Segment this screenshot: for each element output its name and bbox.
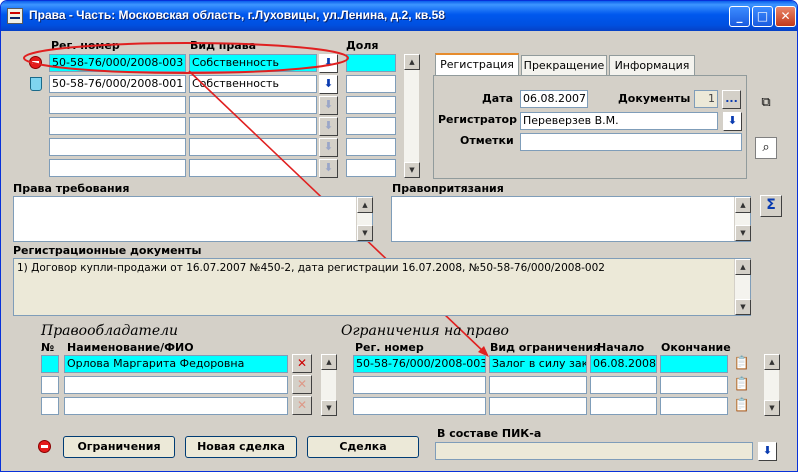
search-icon[interactable]: ⌕ <box>755 137 777 159</box>
documents-count: 1 <box>694 90 718 108</box>
highlight-ellipse <box>23 42 349 74</box>
holder-number-cell[interactable] <box>41 397 59 415</box>
scroll-up-icon[interactable]: ▲ <box>764 354 780 370</box>
tab-termination[interactable]: Прекращение <box>521 55 607 75</box>
restriction-type-header: Вид ограничения <box>490 341 601 354</box>
copy-icon[interactable]: ⧉ <box>755 93 777 115</box>
tab-registration[interactable]: Регистрация <box>435 53 519 76</box>
restriction-start-cell[interactable]: 06.08.2008 <box>590 355 657 373</box>
documents-label: Документы <box>618 92 691 105</box>
pik-field[interactable] <box>435 442 753 460</box>
restrictions-scrollbar[interactable]: ▲ ▼ <box>763 354 780 416</box>
restriction-start-cell[interactable] <box>590 397 657 415</box>
legal-claims-field[interactable]: ▲ ▼ <box>391 196 751 242</box>
holder-name-cell[interactable]: Орлова Маргарита Федоровна <box>64 355 288 373</box>
restriction-type-cell[interactable] <box>489 397 587 415</box>
scroll-down-icon[interactable]: ▼ <box>735 225 751 241</box>
date-field[interactable]: 06.08.2007 <box>520 90 588 108</box>
scroll-down-icon[interactable]: ▼ <box>321 400 337 416</box>
holders-scrollbar[interactable]: ▲ ▼ <box>320 354 337 416</box>
restrictions-button[interactable]: Ограничения <box>63 436 175 458</box>
restriction-reg-number-header: Рег. номер <box>355 341 424 354</box>
tab-information[interactable]: Информация <box>609 55 695 75</box>
restriction-type-cell[interactable] <box>489 376 587 394</box>
registration-panel: Дата 06.08.2007 Документы 1 ... Регистра… <box>433 75 747 179</box>
scroll-down-icon[interactable]: ▼ <box>357 225 373 241</box>
document-icon[interactable]: 📋 <box>732 354 752 373</box>
pik-dropdown-button[interactable]: ⬇ <box>758 442 777 461</box>
registrar-dropdown-button[interactable]: ⬇ <box>723 112 742 131</box>
restriction-end-cell[interactable] <box>660 355 728 373</box>
restriction-end-header: Окончание <box>661 341 731 354</box>
delete-holder-icon[interactable]: ✕ <box>292 375 312 394</box>
restriction-end-cell[interactable] <box>660 376 728 394</box>
holder-name-cell[interactable] <box>64 397 288 415</box>
reg-documents-label: Регистрационные документы <box>13 244 202 257</box>
scroll-up-icon[interactable]: ▲ <box>735 259 751 275</box>
legal-claims-label: Правопритязания <box>392 182 504 195</box>
holder-number-cell[interactable] <box>41 376 59 394</box>
restriction-end-cell[interactable] <box>660 397 728 415</box>
holder-name-cell[interactable] <box>64 376 288 394</box>
scroll-down-icon[interactable]: ▼ <box>735 299 751 315</box>
registrar-field[interactable]: Переверзев В.М. <box>520 112 718 130</box>
restriction-reg-number-cell[interactable]: 50-58-76/000/2008-003 <box>353 355 486 373</box>
delete-holder-icon[interactable]: ✕ <box>292 354 312 373</box>
document-icon[interactable]: 📋 <box>732 396 752 415</box>
reg-documents-scrollbar[interactable]: ▲ ▼ <box>734 259 751 315</box>
restriction-start-header: Начало <box>597 341 645 354</box>
rights-window: Права - Часть: Московская область, г.Лух… <box>0 0 798 472</box>
rights-claims-field[interactable]: ▲ ▼ <box>13 196 373 242</box>
restrictions-header: Ограничения на право <box>341 323 509 339</box>
sum-button[interactable]: Σ <box>760 195 782 217</box>
document-icon[interactable]: 📋 <box>732 375 752 394</box>
restriction-type-cell[interactable]: Залог в силу зако <box>489 355 587 373</box>
rights-claims-scrollbar[interactable]: ▲ ▼ <box>356 197 373 241</box>
holder-number-header: № <box>41 341 55 354</box>
pik-label: В составе ПИК-а <box>437 427 542 440</box>
no-entry-icon[interactable] <box>38 440 51 453</box>
notes-label: Отметки <box>460 134 514 147</box>
holders-header: Правообладатели <box>41 323 179 339</box>
scroll-up-icon[interactable]: ▲ <box>735 197 751 213</box>
holder-name-header: Наименование/ФИО <box>67 341 194 354</box>
deal-button[interactable]: Сделка <box>307 436 419 458</box>
registrar-label: Регистратор <box>438 113 517 126</box>
scroll-up-icon[interactable]: ▲ <box>357 197 373 213</box>
rights-claims-label: Права требования <box>13 182 130 195</box>
restriction-reg-number-cell[interactable] <box>353 397 486 415</box>
scroll-up-icon[interactable]: ▲ <box>321 354 337 370</box>
restriction-reg-number-cell[interactable] <box>353 376 486 394</box>
documents-browse-button[interactable]: ... <box>722 90 741 109</box>
scroll-down-icon[interactable]: ▼ <box>764 400 780 416</box>
notes-field[interactable] <box>520 133 742 151</box>
holder-number-cell[interactable] <box>41 355 59 373</box>
reg-documents-text: 1) Договор купли-продажи от 16.07.2007 №… <box>17 262 605 274</box>
delete-holder-icon[interactable]: ✕ <box>292 396 312 415</box>
legal-claims-scrollbar[interactable]: ▲ ▼ <box>734 197 751 241</box>
new-deal-button[interactable]: Новая сделка <box>185 436 297 458</box>
reg-documents-field[interactable]: 1) Договор купли-продажи от 16.07.2007 №… <box>13 258 751 316</box>
restriction-start-cell[interactable] <box>590 376 657 394</box>
date-label: Дата <box>482 92 514 105</box>
